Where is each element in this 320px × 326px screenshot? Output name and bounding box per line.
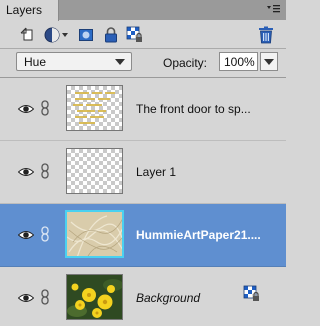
layer-name: Background xyxy=(136,291,201,305)
new-layer-button[interactable] xyxy=(18,25,38,45)
layer-link-icon[interactable] xyxy=(40,163,50,179)
lock-all-icon xyxy=(105,27,117,43)
layer-mask-icon xyxy=(79,29,93,41)
visibility-eye-icon[interactable] xyxy=(18,167,34,177)
opacity-slider-button[interactable] xyxy=(260,52,278,71)
adjustment-layer-icon xyxy=(44,27,68,43)
opacity-input[interactable]: 100% xyxy=(219,52,258,71)
layer-link-icon[interactable] xyxy=(40,226,50,242)
layer-thumbnail xyxy=(66,148,123,194)
visibility-eye-icon[interactable] xyxy=(18,293,34,303)
layer-row[interactable]: Background xyxy=(0,267,286,326)
layer-row[interactable]: The front door to sp... xyxy=(0,78,286,141)
layer-name: The front door to sp... xyxy=(136,102,251,116)
blend-mode-value: Hue xyxy=(24,55,47,69)
layer-link-icon[interactable] xyxy=(40,100,50,116)
panel-tab-bar: Layers xyxy=(0,0,286,21)
layer-thumbnail xyxy=(66,85,123,131)
visibility-eye-icon[interactable] xyxy=(18,230,34,240)
add-mask-button[interactable] xyxy=(76,25,96,45)
layers-panel: Layers Hue Opacity: 100% The front door … xyxy=(0,0,286,326)
layer-link-icon[interactable] xyxy=(40,289,50,305)
tab-layers[interactable]: Layers xyxy=(0,0,59,21)
opacity-value: 100% xyxy=(224,55,255,69)
lock-all-button[interactable] xyxy=(101,25,121,45)
lock-transparency-button[interactable] xyxy=(125,25,145,45)
layer-row[interactable]: HummieArtPaper21.... xyxy=(0,204,286,267)
chevron-down-icon xyxy=(115,59,125,65)
layer-thumbnail xyxy=(65,210,124,258)
panel-menu-icon[interactable] xyxy=(266,3,280,15)
layer-thumbnail xyxy=(66,274,123,320)
blend-mode-select[interactable]: Hue xyxy=(16,52,132,71)
layer-row[interactable]: Layer 1 xyxy=(0,141,286,204)
tab-layers-label: Layers xyxy=(6,3,43,17)
lock-transparency-icon xyxy=(126,26,142,42)
layer-name: HummieArtPaper21.... xyxy=(136,228,261,242)
blend-options-row: Hue Opacity: 100% xyxy=(0,49,286,77)
delete-layer-button[interactable] xyxy=(256,25,276,45)
chevron-down-icon xyxy=(264,59,274,65)
visibility-eye-icon[interactable] xyxy=(18,104,34,114)
trash-icon xyxy=(259,26,273,44)
adjustment-layer-button[interactable] xyxy=(44,25,70,45)
layers-toolbar xyxy=(0,21,286,48)
layer-list: The front door to sp... Layer 1 HummieAr… xyxy=(0,78,286,326)
opacity-label: Opacity: xyxy=(163,56,208,70)
lock-transparency-icon[interactable] xyxy=(243,285,261,303)
new-layer-icon xyxy=(20,27,33,41)
layer-name: Layer 1 xyxy=(136,165,177,179)
